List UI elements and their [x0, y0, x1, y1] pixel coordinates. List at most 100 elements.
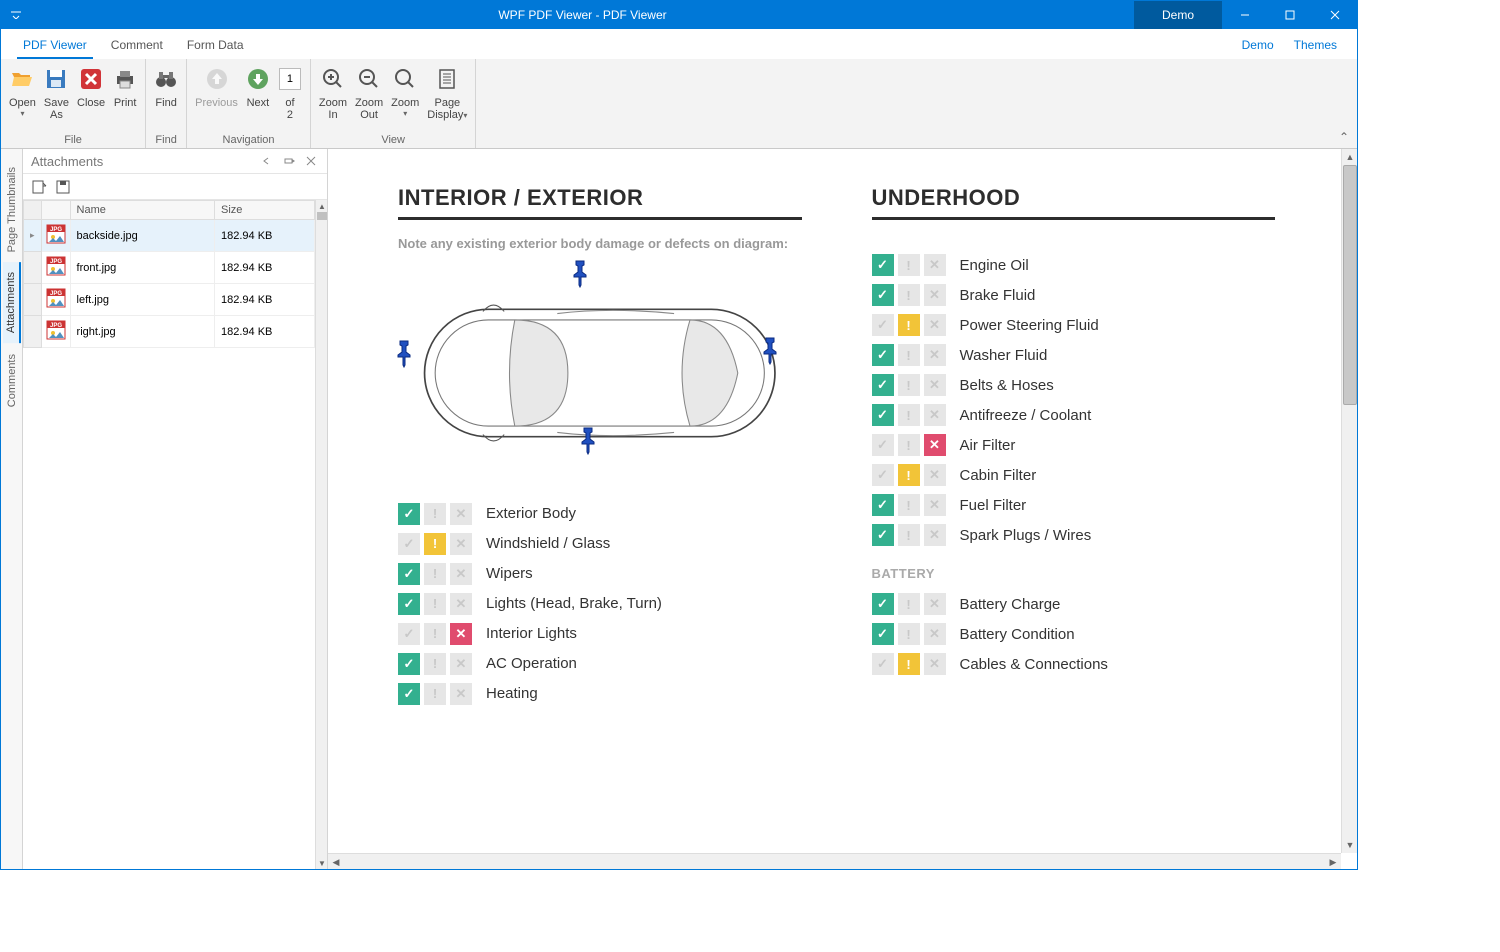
- check-ok-icon[interactable]: ✓: [872, 494, 894, 516]
- tab-form-data[interactable]: Form Data: [175, 32, 256, 58]
- zoom-in-button[interactable]: Zoom In: [315, 61, 351, 131]
- check-ok-icon[interactable]: ✓: [872, 314, 894, 336]
- check-warn-icon[interactable]: !: [898, 593, 920, 615]
- check-warn-icon[interactable]: !: [898, 404, 920, 426]
- next-button[interactable]: Next: [242, 61, 274, 131]
- tab-pdf-viewer[interactable]: PDF Viewer: [11, 32, 99, 58]
- check-warn-icon[interactable]: !: [898, 254, 920, 276]
- check-fail-icon[interactable]: ✕: [450, 623, 472, 645]
- pushpin-icon[interactable]: [576, 425, 600, 455]
- check-warn-icon[interactable]: !: [898, 464, 920, 486]
- check-ok-icon[interactable]: ✓: [872, 254, 894, 276]
- check-fail-icon[interactable]: ✕: [924, 314, 946, 336]
- pushpin-icon[interactable]: [392, 338, 416, 368]
- link-demo[interactable]: Demo: [1242, 32, 1274, 58]
- qat-dropdown-icon[interactable]: [9, 8, 23, 22]
- table-row[interactable]: JPGright.jpg182.94 KB: [24, 316, 315, 348]
- check-ok-icon[interactable]: ✓: [872, 524, 894, 546]
- check-warn-icon[interactable]: !: [898, 374, 920, 396]
- check-warn-icon[interactable]: !: [898, 494, 920, 516]
- check-warn-icon[interactable]: !: [898, 623, 920, 645]
- check-ok-icon[interactable]: ✓: [872, 404, 894, 426]
- check-ok-icon[interactable]: ✓: [398, 653, 420, 675]
- check-fail-icon[interactable]: ✕: [450, 593, 472, 615]
- check-fail-icon[interactable]: ✕: [924, 623, 946, 645]
- sidetab-page-thumbnails[interactable]: Page Thumbnails: [4, 157, 20, 262]
- check-fail-icon[interactable]: ✕: [924, 284, 946, 306]
- find-button[interactable]: Find: [150, 61, 182, 131]
- check-warn-icon[interactable]: !: [898, 524, 920, 546]
- check-fail-icon[interactable]: ✕: [924, 524, 946, 546]
- close-doc-button[interactable]: Close: [73, 61, 109, 131]
- table-row[interactable]: ▸JPGbackside.jpg182.94 KB: [24, 220, 315, 252]
- check-ok-icon[interactable]: ✓: [872, 653, 894, 675]
- maximize-button[interactable]: [1267, 1, 1312, 29]
- save-attachment-icon[interactable]: [55, 179, 71, 195]
- scroll-up-arrow[interactable]: ▲: [316, 200, 328, 212]
- attachments-scrollbar[interactable]: ▲ ▼: [315, 200, 327, 869]
- scroll-thumb[interactable]: [317, 212, 327, 220]
- check-warn-icon[interactable]: !: [424, 503, 446, 525]
- column-header-icon[interactable]: [41, 201, 70, 220]
- page-number-input[interactable]: of 2: [274, 61, 306, 131]
- zoom-out-button[interactable]: Zoom Out: [351, 61, 387, 131]
- save-as-button[interactable]: Save As: [40, 61, 73, 131]
- check-warn-icon[interactable]: !: [424, 593, 446, 615]
- check-ok-icon[interactable]: ✓: [398, 593, 420, 615]
- check-ok-icon[interactable]: ✓: [398, 623, 420, 645]
- check-ok-icon[interactable]: ✓: [872, 623, 894, 645]
- check-fail-icon[interactable]: ✕: [924, 653, 946, 675]
- check-fail-icon[interactable]: ✕: [924, 404, 946, 426]
- pdf-page[interactable]: INTERIOR / EXTERIOR Note any existing ex…: [338, 155, 1335, 847]
- check-ok-icon[interactable]: ✓: [398, 563, 420, 585]
- check-warn-icon[interactable]: !: [424, 623, 446, 645]
- minimize-button[interactable]: [1222, 1, 1267, 29]
- check-ok-icon[interactable]: ✓: [872, 284, 894, 306]
- check-fail-icon[interactable]: ✕: [450, 533, 472, 555]
- scroll-down-arrow[interactable]: ▼: [1342, 837, 1357, 853]
- scroll-down-arrow[interactable]: ▼: [316, 857, 328, 869]
- sidetab-comments[interactable]: Comments: [4, 344, 20, 417]
- check-ok-icon[interactable]: ✓: [398, 503, 420, 525]
- pushpin-icon[interactable]: [758, 335, 782, 365]
- demo-tab-button[interactable]: Demo: [1134, 1, 1222, 29]
- check-ok-icon[interactable]: ✓: [872, 434, 894, 456]
- check-warn-icon[interactable]: !: [898, 314, 920, 336]
- table-row[interactable]: JPGleft.jpg182.94 KB: [24, 284, 315, 316]
- check-ok-icon[interactable]: ✓: [872, 344, 894, 366]
- check-fail-icon[interactable]: ✕: [924, 464, 946, 486]
- table-row[interactable]: JPGfront.jpg182.94 KB: [24, 252, 315, 284]
- scroll-thumb[interactable]: [1343, 165, 1357, 405]
- check-ok-icon[interactable]: ✓: [398, 683, 420, 705]
- check-fail-icon[interactable]: ✕: [450, 683, 472, 705]
- page-number-field[interactable]: [279, 68, 301, 90]
- scroll-up-arrow[interactable]: ▲: [1342, 149, 1357, 165]
- check-fail-icon[interactable]: ✕: [450, 503, 472, 525]
- column-header-size[interactable]: Size: [215, 201, 315, 220]
- check-warn-icon[interactable]: !: [898, 284, 920, 306]
- check-warn-icon[interactable]: !: [424, 563, 446, 585]
- check-fail-icon[interactable]: ✕: [924, 344, 946, 366]
- check-warn-icon[interactable]: !: [424, 533, 446, 555]
- check-fail-icon[interactable]: ✕: [450, 653, 472, 675]
- previous-button[interactable]: Previous: [191, 61, 242, 131]
- column-header-name[interactable]: Name: [70, 201, 214, 220]
- check-warn-icon[interactable]: !: [898, 344, 920, 366]
- scroll-right-arrow[interactable]: ▶: [1325, 854, 1341, 869]
- panel-collapse-icon[interactable]: [259, 153, 275, 169]
- check-warn-icon[interactable]: !: [424, 683, 446, 705]
- panel-pin-icon[interactable]: [281, 153, 297, 169]
- sidetab-attachments[interactable]: Attachments: [3, 262, 21, 343]
- check-fail-icon[interactable]: ✕: [924, 593, 946, 615]
- print-button[interactable]: Print: [109, 61, 141, 131]
- close-button[interactable]: [1312, 1, 1357, 29]
- check-ok-icon[interactable]: ✓: [872, 374, 894, 396]
- check-fail-icon[interactable]: ✕: [924, 494, 946, 516]
- tab-comment[interactable]: Comment: [99, 32, 175, 58]
- panel-close-icon[interactable]: [303, 153, 319, 169]
- open-attachment-icon[interactable]: [31, 179, 47, 195]
- link-themes[interactable]: Themes: [1294, 32, 1337, 58]
- viewer-horizontal-scrollbar[interactable]: ◀ ▶: [328, 853, 1341, 869]
- page-display-button[interactable]: Page Display▾: [423, 61, 471, 131]
- check-fail-icon[interactable]: ✕: [924, 434, 946, 456]
